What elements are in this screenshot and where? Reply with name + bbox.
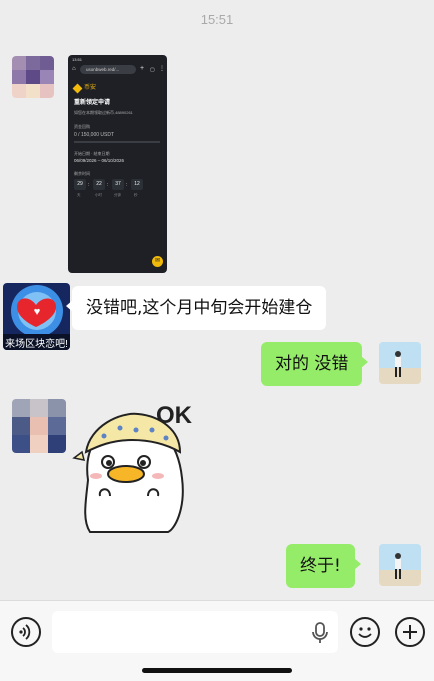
message-bubble-outgoing[interactable]: 对的 没错	[261, 342, 369, 386]
pixelated-avatar-image	[12, 56, 54, 98]
plus-icon	[403, 625, 417, 639]
amount-label: 资金回购	[74, 124, 90, 129]
timestamp: 15:51	[200, 12, 234, 27]
contact-avatar-heart[interactable]: ♥ 来场区块恋吧!	[3, 283, 70, 350]
contact-avatar-pixelated[interactable]	[12, 399, 66, 453]
message-bubble-incoming[interactable]: 没错吧,这个月中旬会开始建仓	[65, 286, 327, 330]
screenshot-chat-icon: ✉	[152, 256, 163, 267]
countdown-unit: 秒	[134, 193, 138, 197]
my-avatar[interactable]	[379, 544, 421, 586]
beach-photo-avatar	[379, 544, 421, 586]
countdown-hours: 22	[93, 179, 105, 190]
exchange-name: 币安	[84, 85, 97, 91]
beach-photo-avatar	[379, 342, 421, 384]
binance-logo-icon	[72, 83, 83, 94]
message-bubble-outgoing[interactable]: 终于!	[286, 544, 361, 588]
screenshot-url-bar: usonbweb.red/...	[80, 65, 136, 74]
countdown-separator: :	[88, 182, 90, 188]
countdown-separator: :	[126, 182, 128, 188]
ok-duck-sticker[interactable]: OK	[70, 400, 200, 534]
voice-wave-icon	[19, 624, 31, 640]
microphone-icon[interactable]	[311, 622, 329, 648]
countdown-seconds: 12	[131, 179, 143, 190]
screenshot-status-time: 13:51	[72, 57, 83, 62]
screenshot-menu-icon: ⋮	[159, 66, 165, 72]
countdown-label: 剩余时间	[74, 171, 90, 176]
more-plus-button[interactable]	[395, 617, 425, 647]
smiley-icon	[358, 627, 372, 638]
screenshot-tabs-icon: ▢	[150, 67, 155, 73]
screenshot-plus-icon: +	[140, 65, 145, 72]
countdown-minutes: 37	[112, 179, 124, 190]
contact-avatar[interactable]	[12, 56, 54, 98]
message-input[interactable]	[52, 611, 338, 653]
progress-track	[74, 141, 160, 143]
screenshot-headline: 重新领定申请	[74, 100, 111, 106]
countdown-unit: 分钟	[114, 193, 121, 197]
shared-screenshot-image[interactable]: 13:51 ⌂ usonbweb.red/... + ▢ ⋮ 币安 重新领定申请…	[68, 55, 167, 273]
svg-text:♥: ♥	[34, 306, 41, 318]
period-value: 06/09/2026 – 06/10/2026	[74, 158, 125, 163]
sticker-ok-text: OK	[156, 402, 192, 429]
countdown-unit: 小时	[95, 193, 102, 197]
pixelated-avatar-image	[12, 399, 66, 453]
voice-input-button[interactable]	[11, 617, 41, 647]
home-indicator	[142, 668, 292, 673]
screenshot-home-icon: ⌂	[72, 66, 76, 72]
countdown-separator: :	[107, 182, 109, 188]
emoji-button[interactable]	[350, 617, 380, 647]
countdown-days: 29	[74, 179, 86, 190]
period-label: 开始日期 · 结束日期	[74, 151, 110, 156]
my-avatar[interactable]	[379, 342, 421, 384]
amount-value: 0 / 150,000 USDT	[74, 132, 115, 138]
avatar-caption: 来场区块恋吧!	[5, 339, 68, 350]
screenshot-subline: 如您在本期领取过新币,48890261	[74, 110, 133, 115]
countdown-unit: 天	[77, 193, 81, 197]
